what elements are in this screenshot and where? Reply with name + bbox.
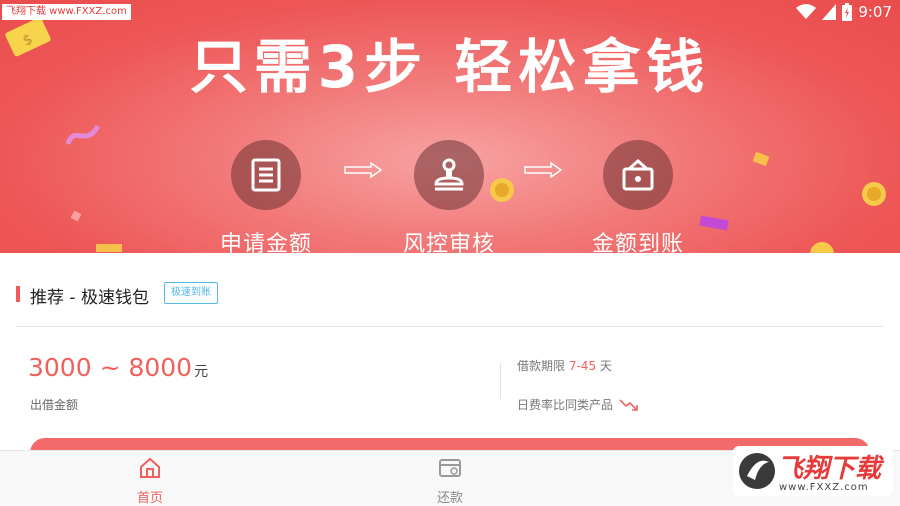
repayment-icon [439,459,461,477]
amount-unit: 元 [194,364,209,380]
fxxz-logo-icon [739,453,775,489]
daily-rate: 日费率比同类产品 [517,396,639,413]
amount-label: 出借金额 [30,398,79,412]
amount-value: 3000 ~ 8000 [28,353,193,382]
step-label: 金额到账 [591,232,684,253]
watermark-tag: 飞翔下载 www.FXXZ.com [2,4,131,20]
tab-home[interactable]: 首页 [90,457,210,506]
ribbon-decoration [70,210,82,222]
step-review: 风控审核 [369,140,529,253]
tab-repayment[interactable]: 还款 [390,457,510,506]
clock: 9:07 [858,3,892,21]
watermark-logo-url: www.FXXZ.com [779,482,869,493]
step-label: 风控审核 [402,232,495,253]
banner-headline: 只需3步 轻松拿钱 [189,33,711,101]
ribbon-decoration [96,244,122,252]
home-icon [140,457,160,478]
product-title: 推荐 - 极速钱包 [30,288,149,308]
hero-banner: $ 飞翔下载 www.FXXZ.com 9:07 只需3步 轻松拿钱 申请金额 … [0,0,900,253]
arrow-right-icon [524,162,563,178]
divider [16,326,884,327]
term-unit: 天 [599,359,612,373]
signal-icon [822,4,837,20]
step-payout: 金额到账 [558,140,718,253]
term-label: 借款期限 [517,359,566,373]
coin-decoration [862,182,886,206]
rate-label: 日费率比同类产品 [517,398,614,412]
ribbon-decoration [65,124,101,145]
battery-icon [842,3,853,21]
tab-label: 还款 [436,491,463,506]
product-card[interactable]: 推荐 - 极速钱包 极速到账 3000 ~ 8000 元 出借金额 借款期限 7-… [0,253,900,468]
step-label: 申请金额 [219,232,312,253]
wifi-icon [796,4,817,19]
term-value: 7-45 [568,359,597,373]
tab-label: 首页 [136,491,163,506]
watermark-logo: 飞翔下载 www.FXXZ.com [733,446,893,496]
wallet-icon [603,140,673,210]
status-icons: 9:07 [796,2,892,22]
step-apply: 申请金额 [186,140,346,253]
document-icon [231,140,301,210]
watermark-logo-name: 飞翔下载 [777,454,882,484]
vertical-divider [500,363,501,399]
amount-range: 3000 ~ 8000 元 [28,353,208,382]
title-accent-bar [16,286,20,302]
ribbon-decoration [752,151,770,167]
stamp-icon [414,140,484,210]
product-badge: 极速到账 [164,282,218,304]
trend-down-icon [619,398,638,411]
coin-decoration [810,242,834,253]
loan-term: 借款期限 7-45 天 [517,357,612,374]
